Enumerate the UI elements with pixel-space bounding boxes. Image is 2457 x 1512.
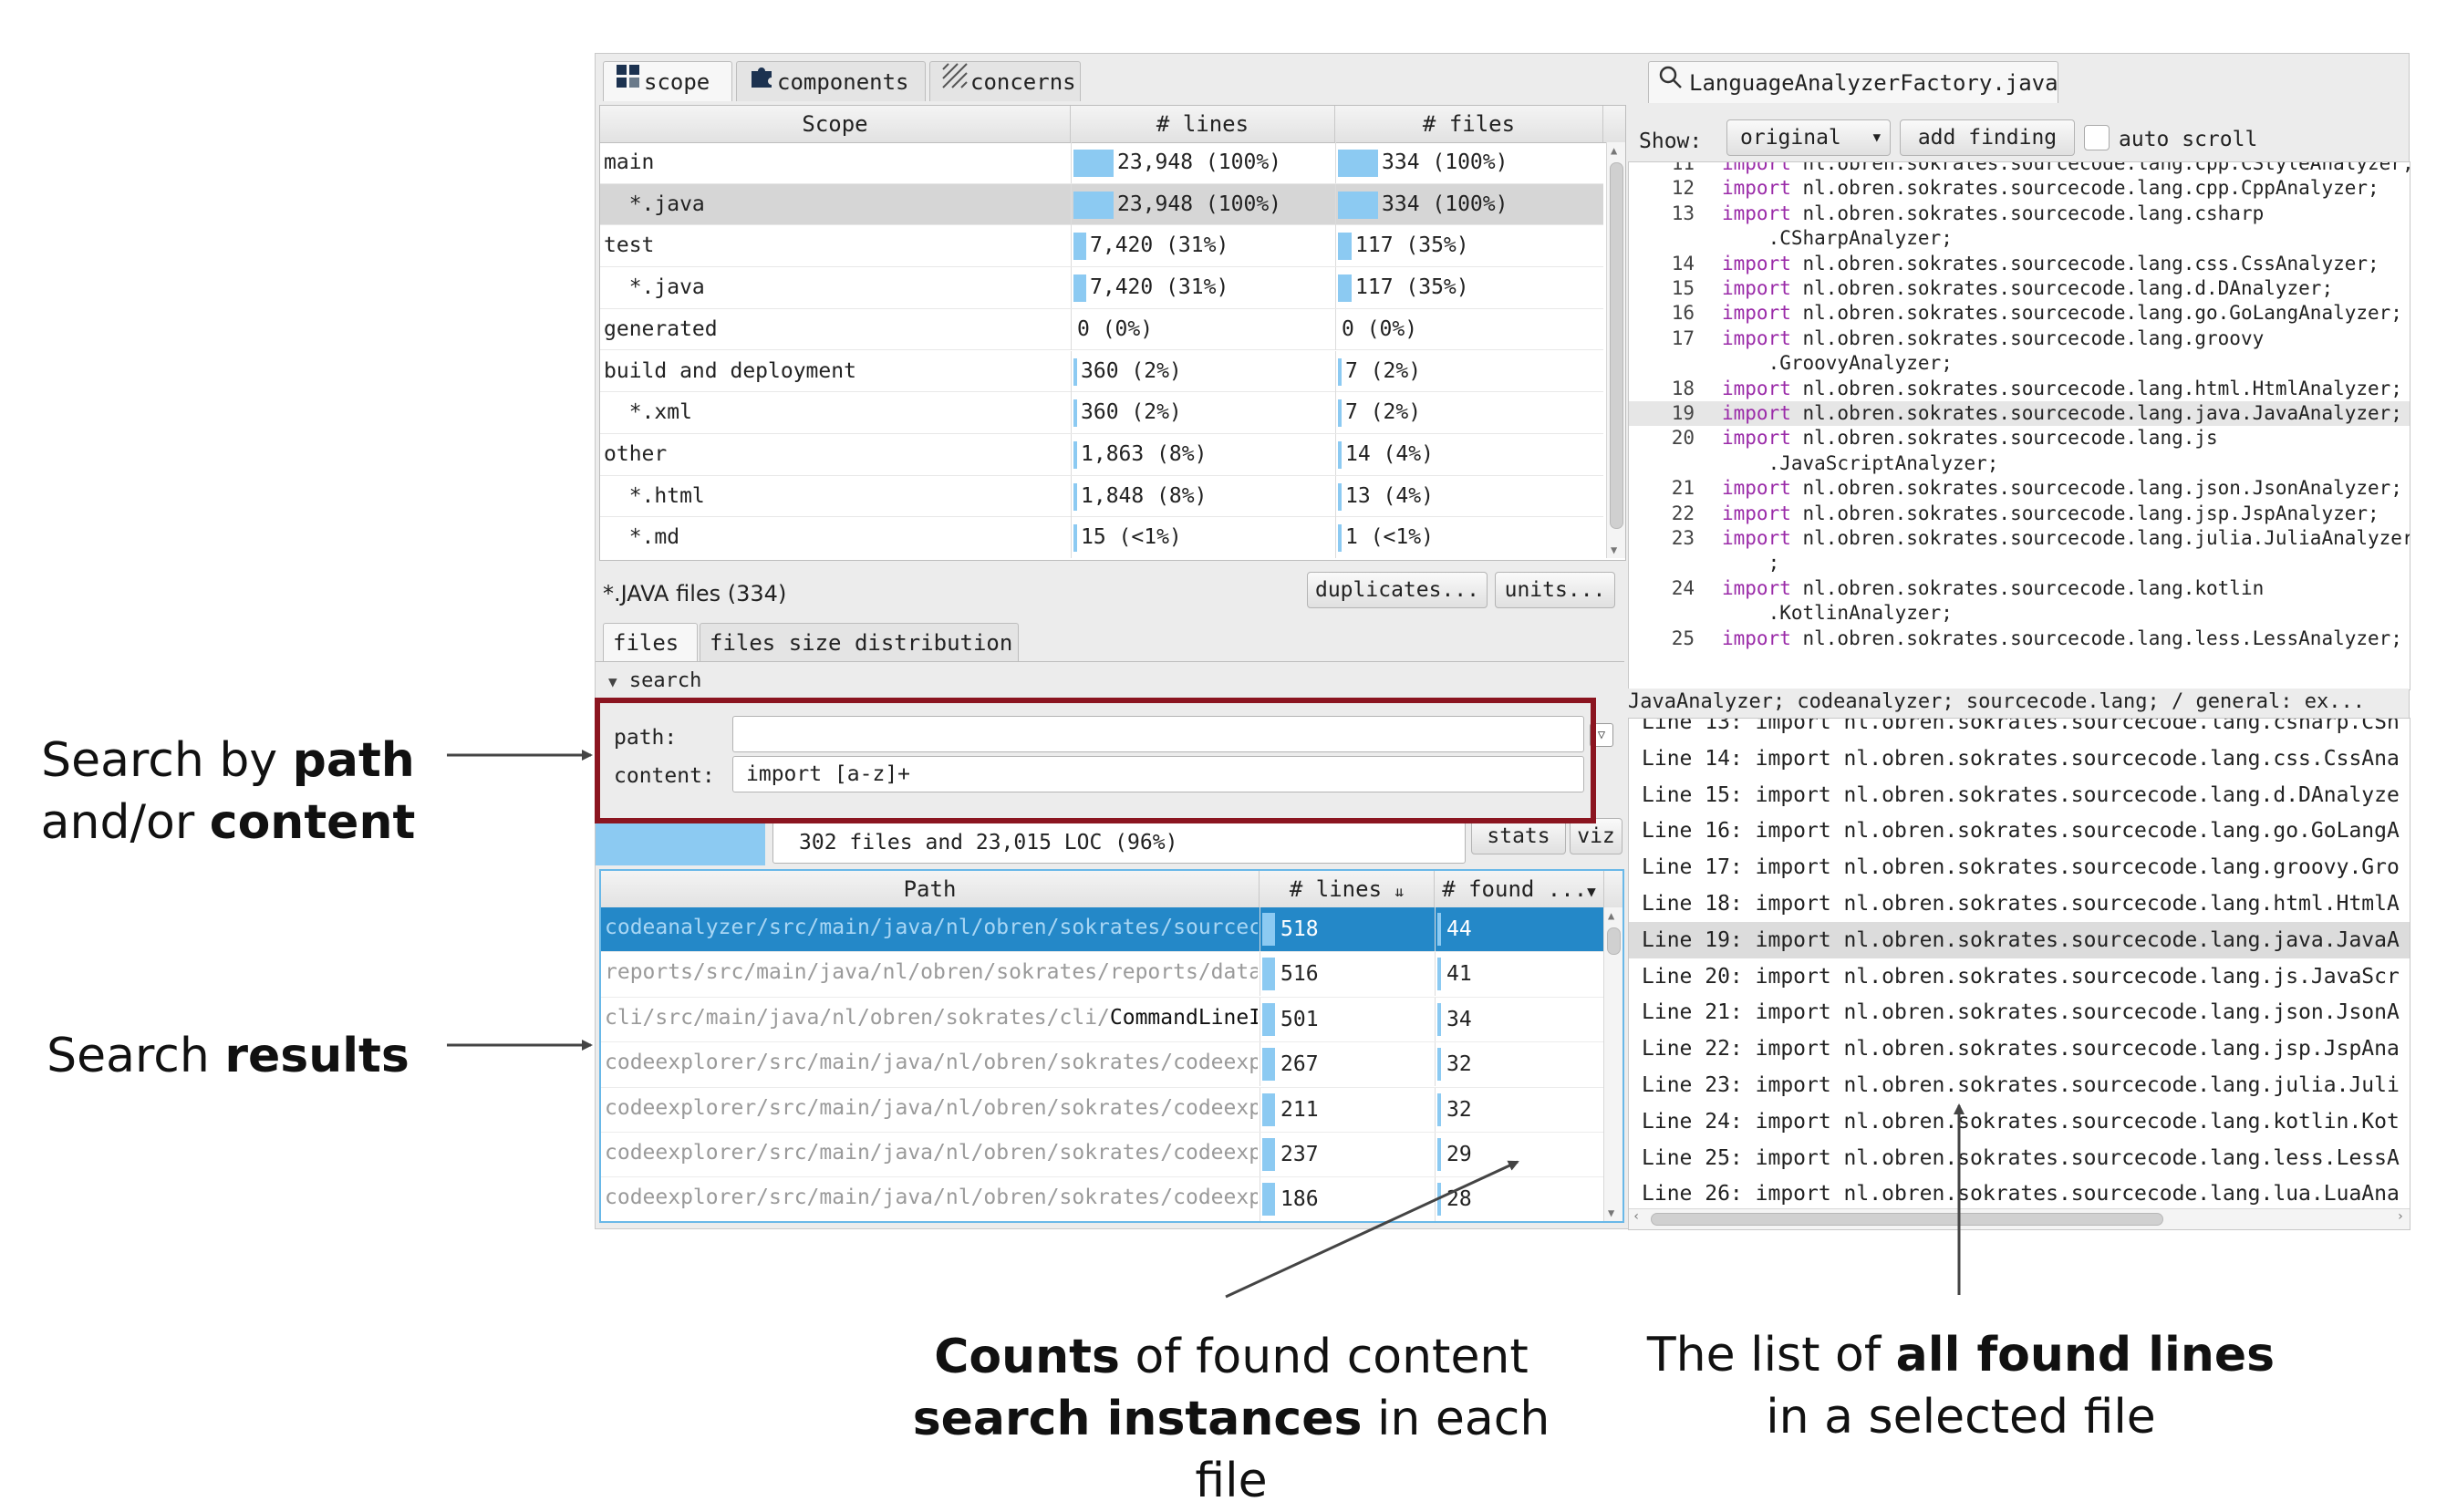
arrow-counts bbox=[1225, 1160, 1519, 1299]
annotation-arrows bbox=[447, 750, 1965, 1299]
